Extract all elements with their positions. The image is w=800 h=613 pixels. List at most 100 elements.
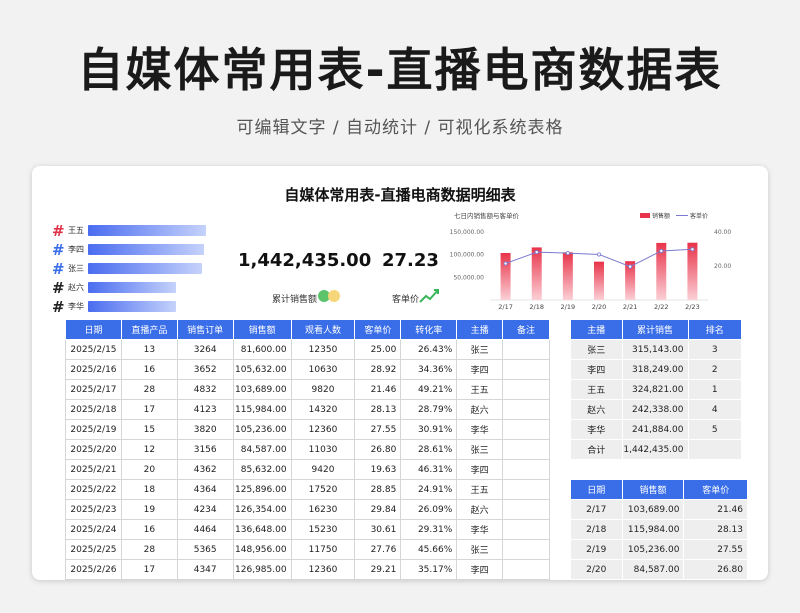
table-cell[interactable]: 3820 [176, 419, 234, 440]
table-cell[interactable]: 125,896.00 [232, 479, 292, 500]
table-cell[interactable] [502, 339, 550, 360]
table-cell[interactable]: 2025/2/23 [65, 499, 122, 520]
table-cell[interactable] [502, 559, 550, 580]
table-cell[interactable]: 3264 [176, 339, 234, 360]
table-cell[interactable]: 2025/2/16 [65, 359, 122, 380]
table-cell[interactable]: 2025/2/19 [65, 419, 122, 440]
table-cell[interactable] [502, 399, 550, 420]
table-cell[interactable]: 10630 [290, 359, 356, 380]
table-cell[interactable]: 16 [120, 519, 178, 540]
table-cell[interactable]: 28 [120, 379, 178, 400]
table-cell[interactable]: 2025/2/15 [65, 339, 122, 360]
table-cell[interactable]: 49.21% [400, 379, 458, 400]
table-cell[interactable]: 4347 [176, 559, 234, 580]
table-cell[interactable]: 28.13 [354, 399, 402, 420]
table-cell[interactable]: 15 [120, 419, 178, 440]
table-cell[interactable]: 28.85 [354, 479, 402, 500]
table-cell[interactable]: 赵六 [456, 399, 504, 420]
table-cell[interactable]: 27.55 [354, 419, 402, 440]
table-cell[interactable]: 4 [687, 399, 742, 420]
table-cell[interactable]: 84,587.00 [621, 559, 685, 580]
table-cell[interactable]: 30.61 [354, 519, 402, 540]
table-cell[interactable]: 35.17% [400, 559, 458, 580]
table-cell[interactable]: 103,689.00 [621, 499, 685, 520]
table-cell[interactable]: 4464 [176, 519, 234, 540]
table-cell[interactable]: 28 [120, 539, 178, 560]
table-cell[interactable]: 136,648.00 [232, 519, 292, 540]
table-cell[interactable]: 29.31% [400, 519, 458, 540]
table-cell[interactable]: 126,985.00 [232, 559, 292, 580]
table-cell[interactable]: 2/18 [570, 519, 623, 540]
table-cell[interactable]: 21.46 [354, 379, 402, 400]
table-cell[interactable]: 17 [120, 559, 178, 580]
table-cell[interactable]: 李华 [456, 519, 504, 540]
table-cell[interactable]: 李华 [456, 419, 504, 440]
table-cell[interactable]: 9420 [290, 459, 356, 480]
table-cell[interactable]: 28.79% [400, 399, 458, 420]
table-cell[interactable]: 2025/2/24 [65, 519, 122, 540]
table-cell[interactable] [502, 479, 550, 500]
table-cell[interactable]: 242,338.00 [621, 399, 689, 420]
table-cell[interactable]: 4364 [176, 479, 234, 500]
table-cell[interactable]: 17 [120, 399, 178, 420]
table-cell[interactable]: 4832 [176, 379, 234, 400]
table-cell[interactable]: 105,236.00 [621, 539, 685, 560]
table-cell[interactable]: 2025/2/17 [65, 379, 122, 400]
table-cell[interactable]: 148,956.00 [232, 539, 292, 560]
table-cell[interactable]: 26.80 [354, 439, 402, 460]
table-cell[interactable]: 115,984.00 [232, 399, 292, 420]
table-cell[interactable]: 李四 [456, 559, 504, 580]
table-cell[interactable]: 18 [120, 479, 178, 500]
table-cell[interactable]: 105,632.00 [232, 359, 292, 380]
table-cell[interactable]: 21.46 [683, 499, 748, 520]
table-cell[interactable]: 26.80 [683, 559, 748, 580]
table-cell[interactable]: 9820 [290, 379, 356, 400]
table-cell[interactable] [502, 499, 550, 520]
table-cell[interactable] [502, 359, 550, 380]
table-cell[interactable]: 李华 [570, 419, 623, 440]
table-cell[interactable]: 1 [687, 379, 742, 400]
table-cell[interactable]: 4234 [176, 499, 234, 520]
table-cell[interactable]: 85,632.00 [232, 459, 292, 480]
table-cell[interactable]: 3652 [176, 359, 234, 380]
table-cell[interactable]: 324,821.00 [621, 379, 689, 400]
table-cell[interactable] [687, 439, 742, 460]
table-cell[interactable]: 2025/2/20 [65, 439, 122, 460]
table-cell[interactable]: 103,689.00 [232, 379, 292, 400]
table-cell[interactable]: 2/20 [570, 559, 623, 580]
table-cell[interactable]: 1,442,435.00 [621, 439, 689, 460]
table-cell[interactable]: 115,984.00 [621, 519, 685, 540]
table-cell[interactable] [502, 539, 550, 560]
table-cell[interactable]: 李四 [570, 359, 623, 380]
table-cell[interactable]: 11030 [290, 439, 356, 460]
table-cell[interactable]: 27.55 [683, 539, 748, 560]
table-cell[interactable]: 84,587.00 [232, 439, 292, 460]
table-cell[interactable]: 3 [687, 339, 742, 360]
table-cell[interactable]: 26.43% [400, 339, 458, 360]
table-cell[interactable]: 12360 [290, 559, 356, 580]
table-cell[interactable]: 24.91% [400, 479, 458, 500]
table-cell[interactable]: 12 [120, 439, 178, 460]
table-cell[interactable] [502, 519, 550, 540]
table-cell[interactable]: 合计 [570, 439, 623, 460]
table-cell[interactable]: 19 [120, 499, 178, 520]
table-cell[interactable]: 2025/2/26 [65, 559, 122, 580]
table-cell[interactable]: 126,354.00 [232, 499, 292, 520]
table-cell[interactable] [502, 419, 550, 440]
table-cell[interactable]: 241,884.00 [621, 419, 689, 440]
table-cell[interactable]: 315,143.00 [621, 339, 689, 360]
table-cell[interactable]: 318,249.00 [621, 359, 689, 380]
table-cell[interactable]: 20 [120, 459, 178, 480]
table-cell[interactable]: 11750 [290, 539, 356, 560]
table-cell[interactable]: 16230 [290, 499, 356, 520]
table-cell[interactable]: 13 [120, 339, 178, 360]
table-cell[interactable]: 2/19 [570, 539, 623, 560]
table-cell[interactable]: 16 [120, 359, 178, 380]
table-cell[interactable]: 12350 [290, 339, 356, 360]
table-cell[interactable]: 张三 [456, 539, 504, 560]
table-cell[interactable]: 28.61% [400, 439, 458, 460]
table-cell[interactable]: 29.21 [354, 559, 402, 580]
table-cell[interactable]: 19.63 [354, 459, 402, 480]
table-cell[interactable]: 25.00 [354, 339, 402, 360]
table-cell[interactable]: 李四 [456, 359, 504, 380]
